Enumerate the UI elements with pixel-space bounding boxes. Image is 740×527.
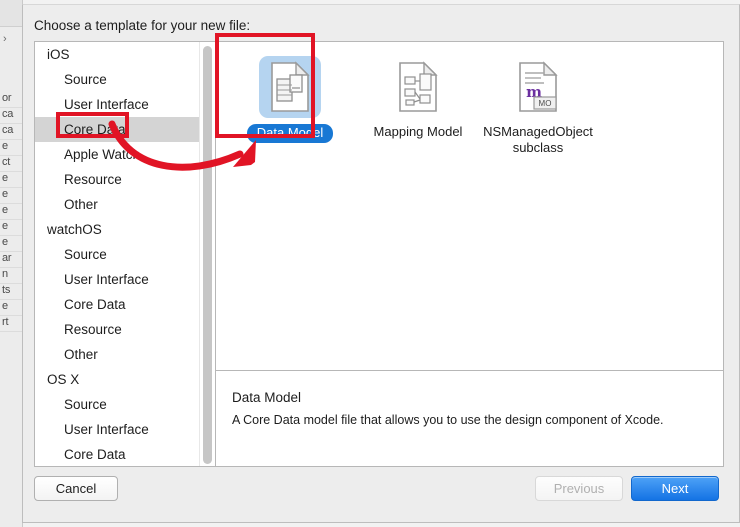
category-list[interactable]: iOS Source User Interface Core Data Apple Wa… bbox=[35, 42, 215, 466]
category-item-label: Resource bbox=[64, 322, 122, 337]
nsmanagedobject-document-icon: mMO bbox=[507, 56, 569, 118]
data-model-document-icon bbox=[259, 56, 321, 118]
svg-text:MO: MO bbox=[539, 99, 552, 108]
category-item-apple-watch[interactable]: Apple Watch bbox=[35, 142, 215, 167]
dialog-title: Choose a template for your new file: bbox=[34, 18, 250, 33]
background-text-fragment: ar bbox=[2, 252, 11, 264]
background-text-fragment: n bbox=[2, 268, 8, 280]
chevron-right-icon: › bbox=[3, 33, 7, 45]
background-text-fragment: rt bbox=[2, 316, 8, 328]
category-item-core-data[interactable]: Core Data bbox=[35, 292, 215, 317]
category-item-label: Core Data bbox=[64, 447, 126, 462]
category-item-core-data[interactable]: Core Data bbox=[35, 117, 215, 142]
background-text-fragment: e bbox=[2, 204, 8, 216]
category-item-other[interactable]: Other bbox=[35, 192, 215, 217]
background-text-fragment: e bbox=[2, 236, 8, 248]
background-text-fragment: e bbox=[2, 140, 8, 152]
category-list-scrollbar[interactable] bbox=[199, 42, 215, 466]
category-item-label: iOS bbox=[47, 47, 70, 62]
content-frame: iOS Source User Interface Core Data Apple Wa… bbox=[34, 41, 724, 467]
background-text-fragment: e bbox=[2, 172, 8, 184]
category-item-label: User Interface bbox=[64, 272, 149, 287]
category-item-core-data[interactable]: Core Data bbox=[35, 442, 215, 466]
background-text-fragment: ca bbox=[2, 124, 13, 136]
category-item-user-interface[interactable]: User Interface bbox=[35, 267, 215, 292]
category-item-resource[interactable]: Resource bbox=[35, 317, 215, 342]
category-item-label: Source bbox=[64, 247, 107, 262]
category-item-source[interactable]: Source bbox=[35, 67, 215, 92]
background-window-toolbar bbox=[0, 0, 22, 27]
description-title: Data Model bbox=[232, 390, 707, 405]
next-button[interactable]: Next bbox=[631, 476, 719, 501]
background-window: › orcacaecteeeeearntsert bbox=[0, 0, 23, 527]
background-text-fragment: ts bbox=[2, 284, 10, 296]
category-item-label: Core Data bbox=[64, 297, 126, 312]
category-item-ios[interactable]: iOS bbox=[35, 42, 215, 67]
template-item-mapping-model[interactable]: Mapping Model bbox=[358, 56, 478, 141]
template-panel: Data Model Mapping Model mMO NSManagedObjec… bbox=[216, 42, 723, 466]
category-item-label: Apple Watch bbox=[64, 147, 140, 162]
background-text-fragment: or bbox=[2, 92, 11, 104]
category-item-other[interactable]: Other bbox=[35, 342, 215, 367]
background-row-divider bbox=[0, 331, 22, 332]
template-item-label: Data Model bbox=[247, 124, 333, 143]
category-item-label: Other bbox=[64, 347, 98, 362]
template-chooser-dialog: Choose a template for your new file: iOS… bbox=[22, 4, 740, 523]
category-item-label: Core Data bbox=[64, 122, 126, 137]
category-item-user-interface[interactable]: User Interface bbox=[35, 417, 215, 442]
template-item-nsmanagedobject-subclass[interactable]: mMO NSManagedObject subclass bbox=[478, 56, 598, 157]
category-item-label: watchOS bbox=[47, 222, 102, 237]
category-item-label: User Interface bbox=[64, 97, 149, 112]
description-body: A Core Data model file that allows you t… bbox=[232, 413, 707, 427]
cancel-button[interactable]: Cancel bbox=[34, 476, 118, 501]
scrollbar-thumb[interactable] bbox=[203, 46, 212, 464]
category-item-resource[interactable]: Resource bbox=[35, 167, 215, 192]
category-item-os-x[interactable]: OS X bbox=[35, 367, 215, 392]
category-item-label: OS X bbox=[47, 372, 79, 387]
category-item-watchos[interactable]: watchOS bbox=[35, 217, 215, 242]
category-item-label: Other bbox=[64, 197, 98, 212]
background-text-fragment: ct bbox=[2, 156, 10, 168]
background-text-fragment: e bbox=[2, 300, 8, 312]
template-item-data-model[interactable]: Data Model bbox=[230, 56, 350, 143]
template-item-label: Mapping Model bbox=[374, 124, 463, 140]
category-item-user-interface[interactable]: User Interface bbox=[35, 92, 215, 117]
category-item-label: Source bbox=[64, 397, 107, 412]
background-text-fragment: e bbox=[2, 188, 8, 200]
category-item-label: User Interface bbox=[64, 422, 149, 437]
mapping-model-document-icon bbox=[387, 56, 449, 118]
background-text-fragment: e bbox=[2, 220, 8, 232]
category-item-label: Resource bbox=[64, 172, 122, 187]
category-item-label: Source bbox=[64, 72, 107, 87]
template-item-label: NSManagedObject subclass bbox=[483, 124, 593, 156]
screenshot-root: › orcacaecteeeeearntsert Choose a templa… bbox=[0, 0, 740, 527]
background-text-fragment: ca bbox=[2, 108, 13, 120]
template-grid: Data Model Mapping Model mMO NSManagedObjec… bbox=[216, 42, 723, 370]
category-item-source[interactable]: Source bbox=[35, 242, 215, 267]
description-area: Data Model A Core Data model file that a… bbox=[216, 371, 723, 466]
category-item-source[interactable]: Source bbox=[35, 392, 215, 417]
previous-button[interactable]: Previous bbox=[535, 476, 623, 501]
